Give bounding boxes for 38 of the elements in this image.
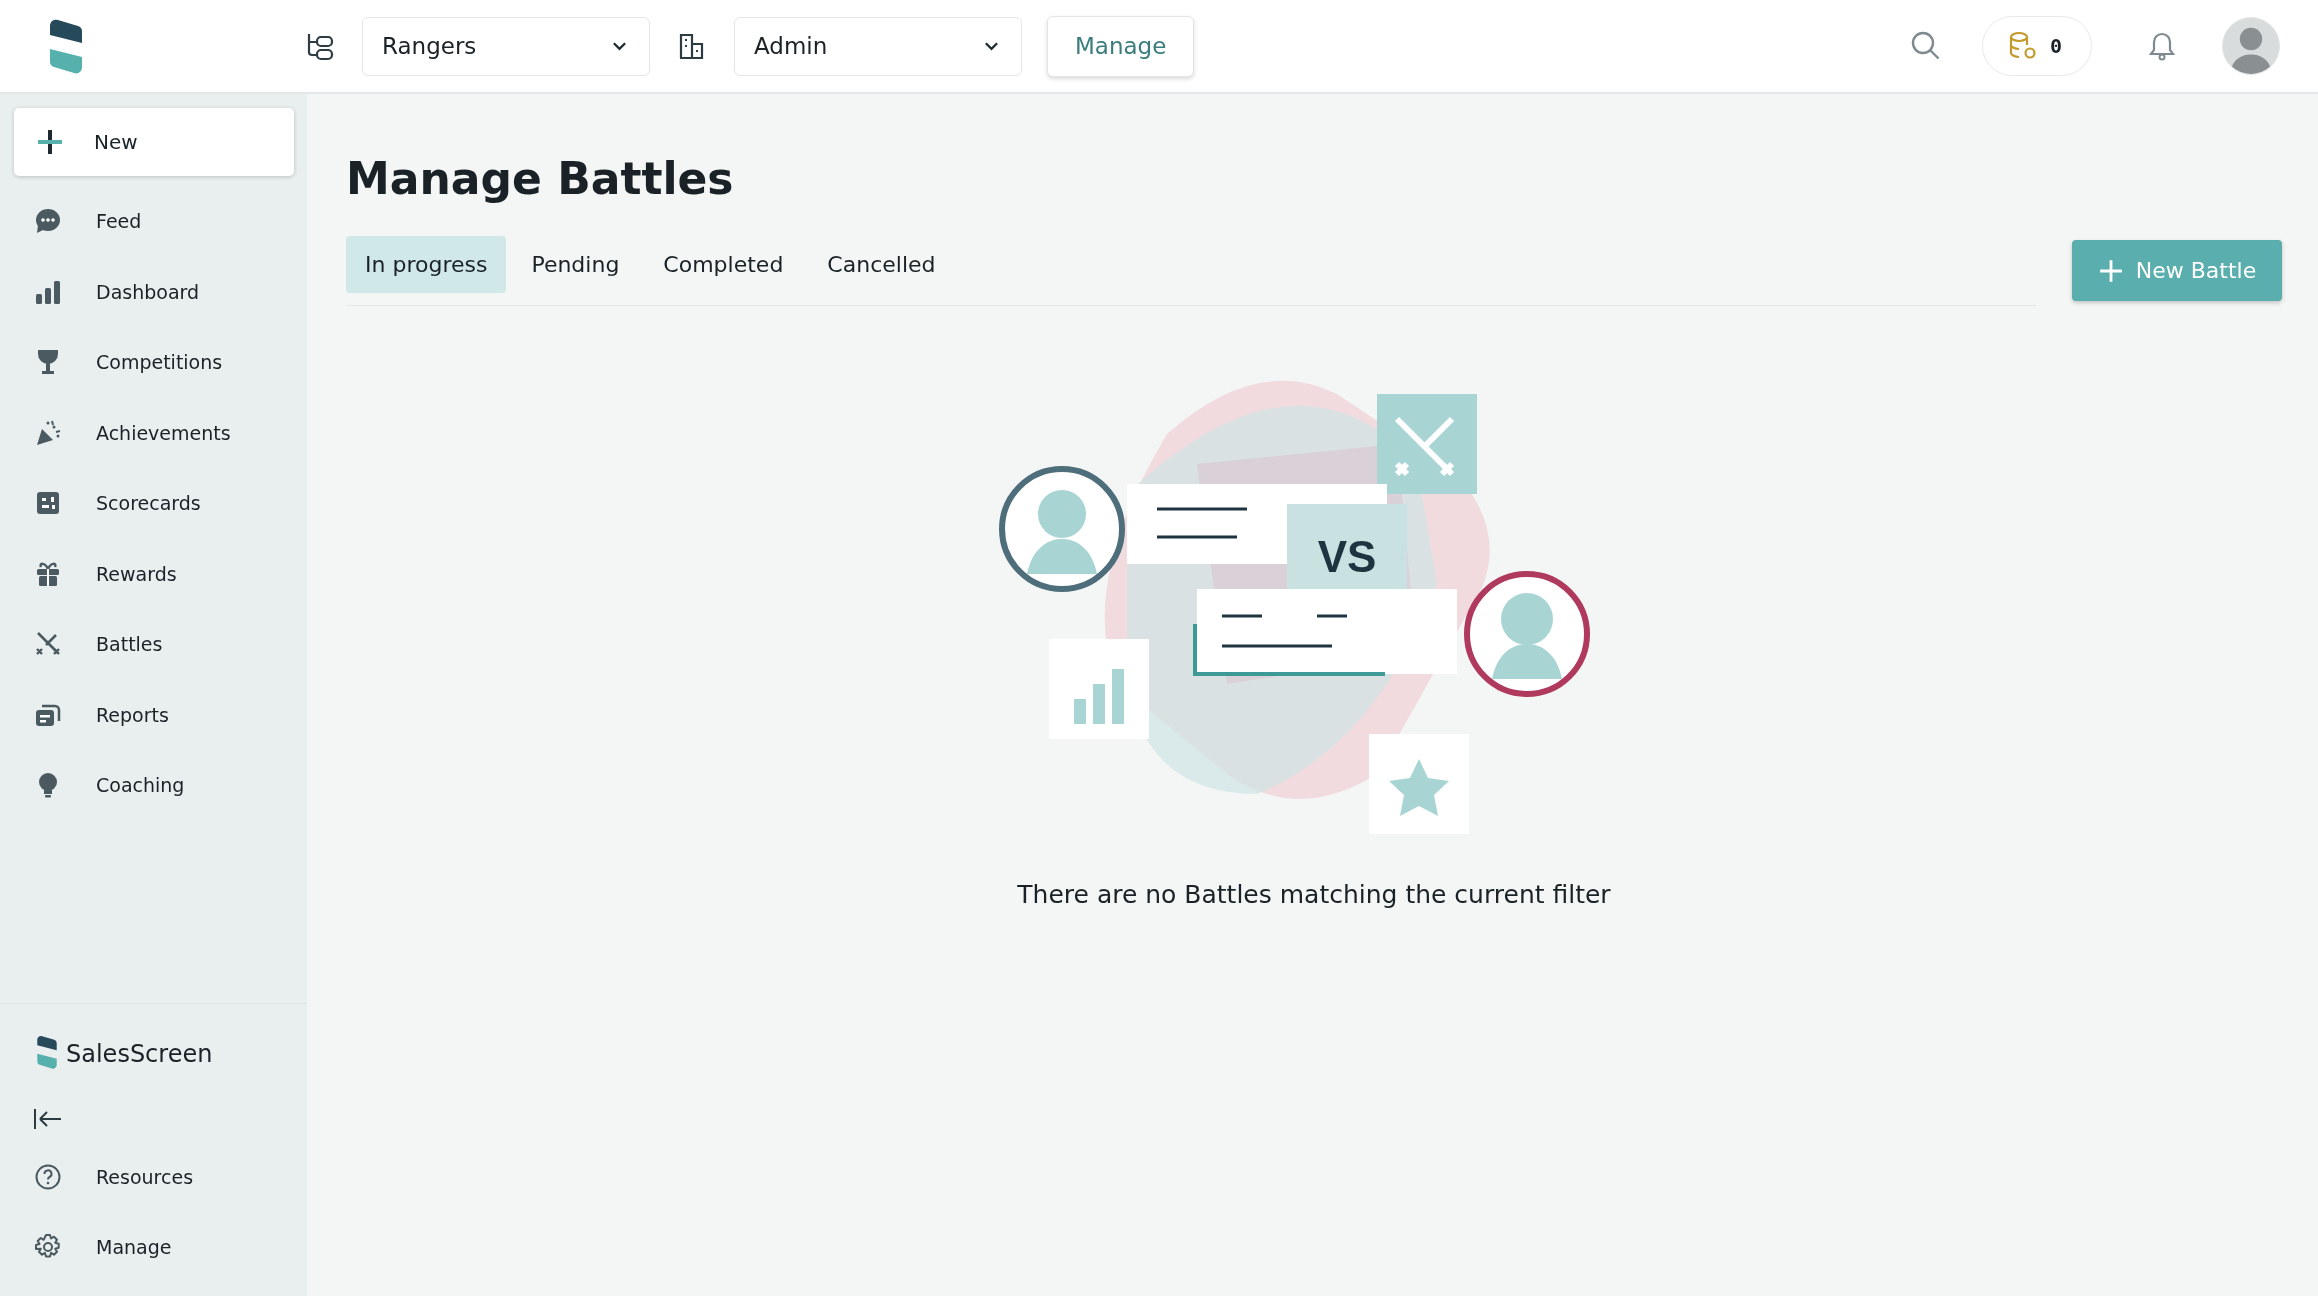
role-select[interactable]: Admin bbox=[734, 16, 1022, 76]
nav-item[interactable]: Competitions bbox=[0, 327, 307, 398]
search-icon[interactable] bbox=[1910, 30, 1942, 62]
nav-item[interactable]: Manage bbox=[0, 1212, 307, 1282]
new-button[interactable]: New bbox=[14, 108, 294, 176]
team-select[interactable]: Rangers bbox=[362, 16, 650, 76]
bell-icon[interactable] bbox=[2146, 30, 2178, 62]
chevron-down-icon bbox=[984, 41, 999, 51]
party-popper-icon bbox=[34, 418, 62, 447]
filter-tab[interactable]: Cancelled bbox=[808, 236, 955, 293]
logo-icon bbox=[36, 1035, 58, 1069]
nav-item[interactable]: Resources bbox=[0, 1142, 307, 1212]
empty-state-message: There are no Battles matching the current filter bbox=[1017, 880, 1611, 909]
coins-icon bbox=[2008, 31, 2038, 61]
manage-button[interactable]: Manage bbox=[1047, 15, 1195, 77]
coin-count: 0 bbox=[2050, 34, 2063, 58]
page-title: Manage Battles bbox=[346, 152, 735, 206]
nav-item[interactable]: Feed bbox=[0, 186, 307, 257]
plus-icon bbox=[36, 128, 64, 156]
nav-item[interactable]: Dashboard bbox=[0, 256, 307, 327]
help-icon bbox=[34, 1163, 62, 1191]
nav-item[interactable]: Reports bbox=[0, 679, 307, 750]
filter-tab[interactable]: Pending bbox=[512, 236, 639, 293]
nav-item[interactable]: Battles bbox=[0, 609, 307, 680]
nav-item[interactable]: Scorecards bbox=[0, 468, 307, 539]
chevron-down-icon bbox=[612, 41, 627, 51]
logo-icon bbox=[48, 18, 84, 74]
nav-item[interactable]: Rewards bbox=[0, 538, 307, 609]
chat-bubble-icon bbox=[34, 207, 62, 236]
filter-tab[interactable]: Completed bbox=[644, 236, 803, 293]
vs-label: VS bbox=[1317, 532, 1376, 581]
brand-name: SalesScreen bbox=[66, 1040, 213, 1068]
nav-item[interactable]: Coaching bbox=[0, 750, 307, 821]
hierarchy-icon bbox=[305, 31, 335, 61]
filter-tab[interactable]: In progress bbox=[346, 236, 507, 293]
nav-item[interactable]: Achievements bbox=[0, 397, 307, 468]
collapse-sidebar-icon[interactable] bbox=[33, 1108, 63, 1130]
plus-icon bbox=[2097, 257, 2124, 284]
